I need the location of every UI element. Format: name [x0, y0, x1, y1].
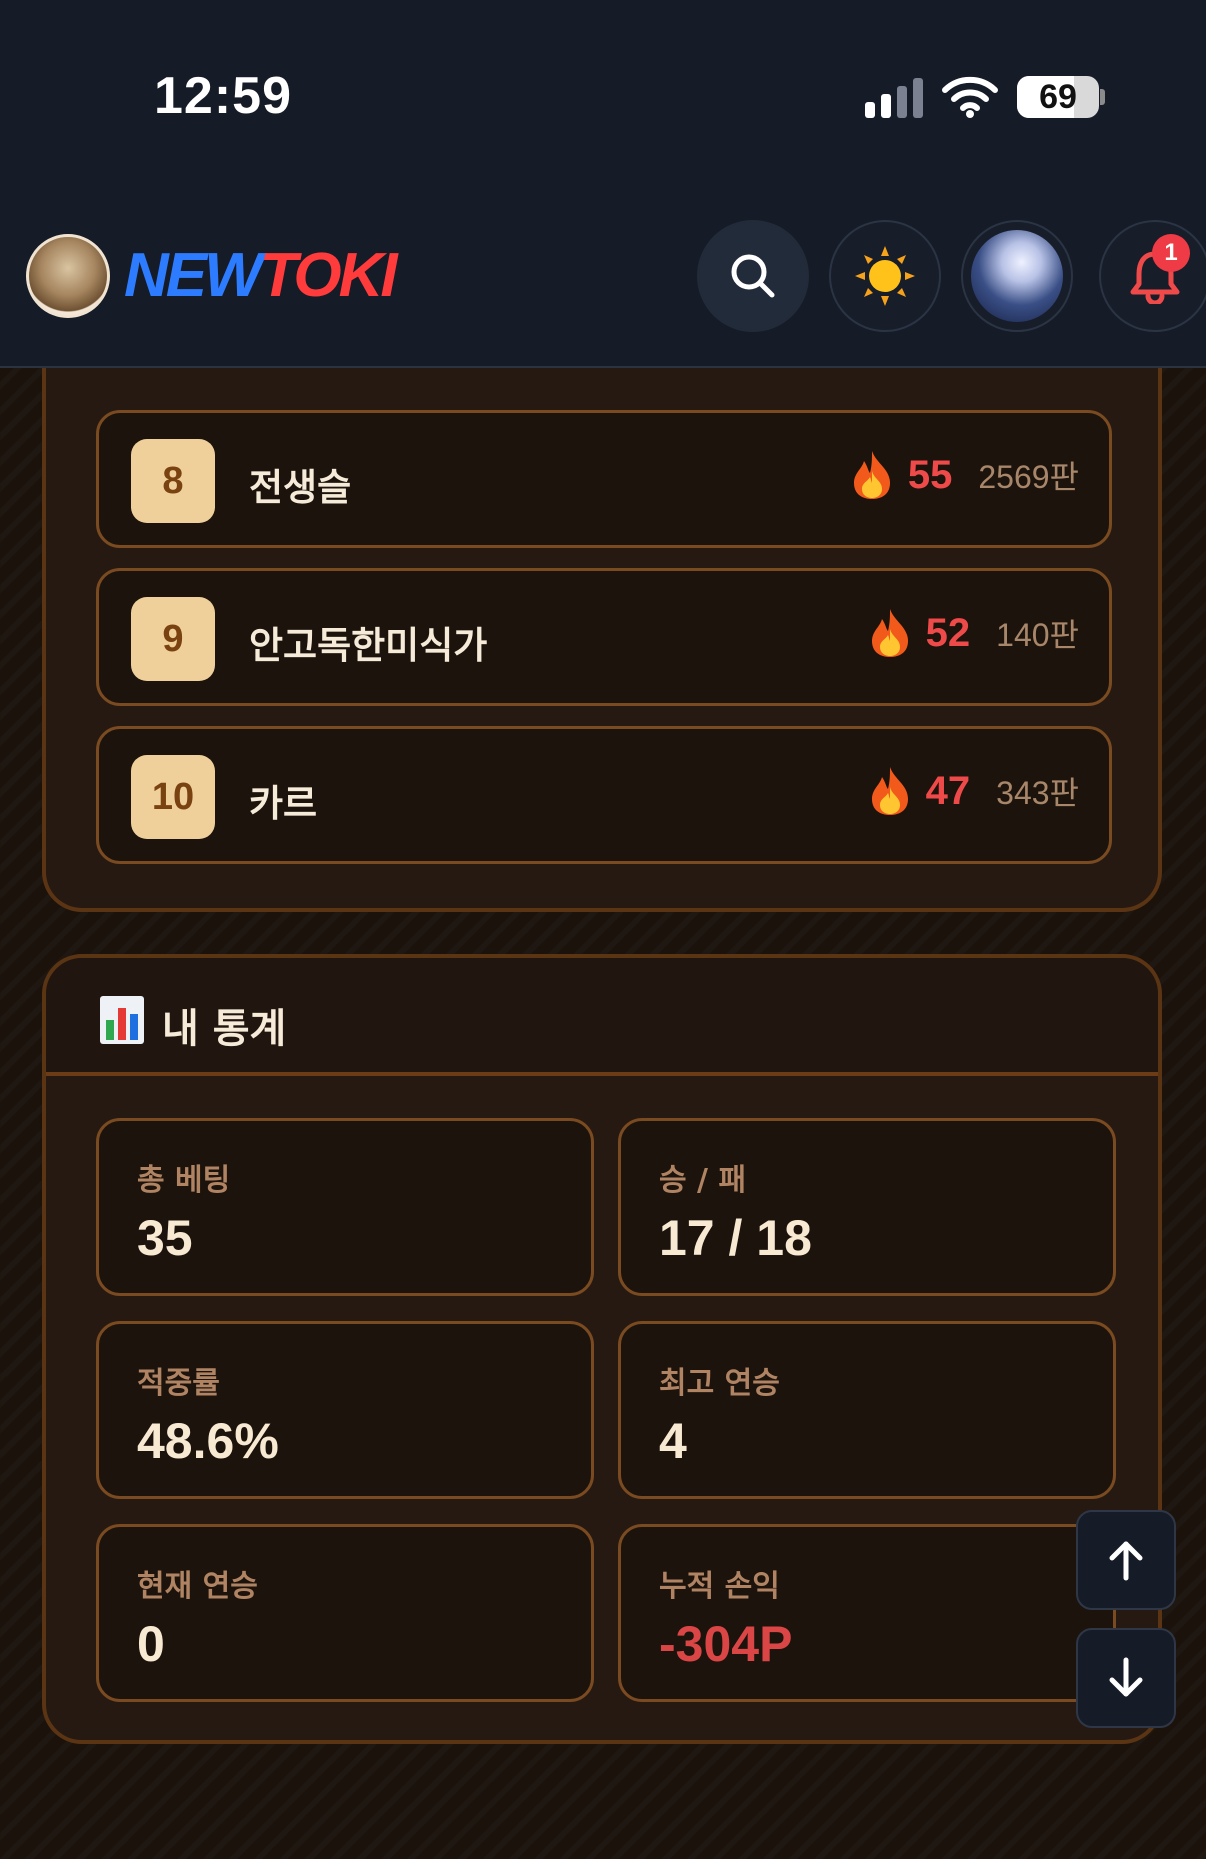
rank-games: 2569판: [978, 459, 1079, 495]
logo-part-toki: TOKI: [259, 241, 398, 310]
rank-badge: 8: [131, 439, 215, 523]
fire-icon: [871, 767, 908, 815]
section-title: 내 통계: [162, 1006, 287, 1052]
stat-best-streak: 최고 연승 4: [618, 1321, 1116, 1499]
fire-icon: [871, 609, 908, 657]
rank-score: 47: [925, 768, 971, 813]
stat-hit-rate: 적중률 48.6%: [96, 1321, 594, 1499]
logo-avatar[interactable]: [26, 234, 110, 318]
rank-score: 52: [925, 610, 971, 655]
battery-indicator: 69: [1017, 76, 1099, 118]
rank-badge: 9: [131, 597, 215, 681]
stat-value: 48.6%: [137, 1413, 279, 1469]
rank-badge: 10: [131, 755, 215, 839]
cellular-signal-icon: [865, 78, 923, 118]
rank-score: 55: [907, 452, 953, 497]
stat-label: 누적 손익: [659, 1569, 780, 1604]
ranking-card: 8 전생슬 55 2569판 9 안고독한미식가 52 140판 10 카르 4…: [42, 280, 1162, 912]
arrow-down-icon: [1109, 1657, 1143, 1697]
sun-icon: [855, 246, 915, 306]
wifi-icon: [942, 76, 998, 118]
notification-badge: 1: [1152, 234, 1190, 272]
list-item[interactable]: 10 카르 47 343판: [96, 726, 1112, 864]
rank-name: 안고독한미식가: [249, 624, 488, 667]
stat-cumulative-profit: 누적 손익 -304P: [618, 1524, 1116, 1702]
stat-label: 적중률: [137, 1366, 220, 1401]
battery-level: 69: [1039, 78, 1077, 116]
rank-name: 전생슬: [249, 466, 352, 509]
notifications-button[interactable]: [1099, 220, 1206, 332]
app-header: 12:59 69 NEWTOKI 1: [0, 0, 1206, 368]
stats-header: 내 통계: [46, 958, 1158, 1076]
rank-games: 343판: [996, 775, 1079, 811]
bar-chart-icon: [100, 996, 144, 1044]
stat-value: 35: [137, 1210, 193, 1266]
list-item[interactable]: 8 전생슬 55 2569판: [96, 410, 1112, 548]
search-icon: [731, 254, 775, 298]
scroll-bottom-button[interactable]: [1076, 1628, 1176, 1728]
stat-value: 0: [137, 1616, 165, 1672]
stat-value: -304P: [659, 1616, 793, 1672]
stats-card: 내 통계 총 베팅 35 승 / 패 17 / 18 적중률 48.6% 최고 …: [42, 954, 1162, 1744]
search-button[interactable]: [697, 220, 809, 332]
rank-games: 140판: [996, 617, 1079, 653]
fire-icon: [853, 451, 890, 499]
stat-current-streak: 현재 연승 0: [96, 1524, 594, 1702]
avatar: [971, 230, 1063, 322]
stat-label: 승 / 패: [659, 1163, 747, 1198]
stat-value: 17 / 18: [659, 1210, 812, 1266]
stat-total-bets: 총 베팅 35: [96, 1118, 594, 1296]
stat-label: 총 베팅: [137, 1163, 231, 1198]
list-item[interactable]: 9 안고독한미식가 52 140판: [96, 568, 1112, 706]
logo-part-new: NEW: [124, 241, 263, 310]
arrow-up-icon: [1109, 1541, 1143, 1581]
rank-name: 카르: [249, 782, 318, 825]
battery-tip: [1100, 89, 1105, 105]
stat-value: 4: [659, 1413, 687, 1469]
stat-label: 최고 연승: [659, 1366, 780, 1401]
scroll-top-button[interactable]: [1076, 1510, 1176, 1610]
stat-win-loss: 승 / 패 17 / 18: [618, 1118, 1116, 1296]
stat-label: 현재 연승: [137, 1569, 258, 1604]
site-logo[interactable]: NEWTOKI: [124, 240, 398, 312]
profile-button[interactable]: [961, 220, 1073, 332]
theme-toggle-button[interactable]: [829, 220, 941, 332]
status-time: 12:59: [154, 67, 292, 125]
